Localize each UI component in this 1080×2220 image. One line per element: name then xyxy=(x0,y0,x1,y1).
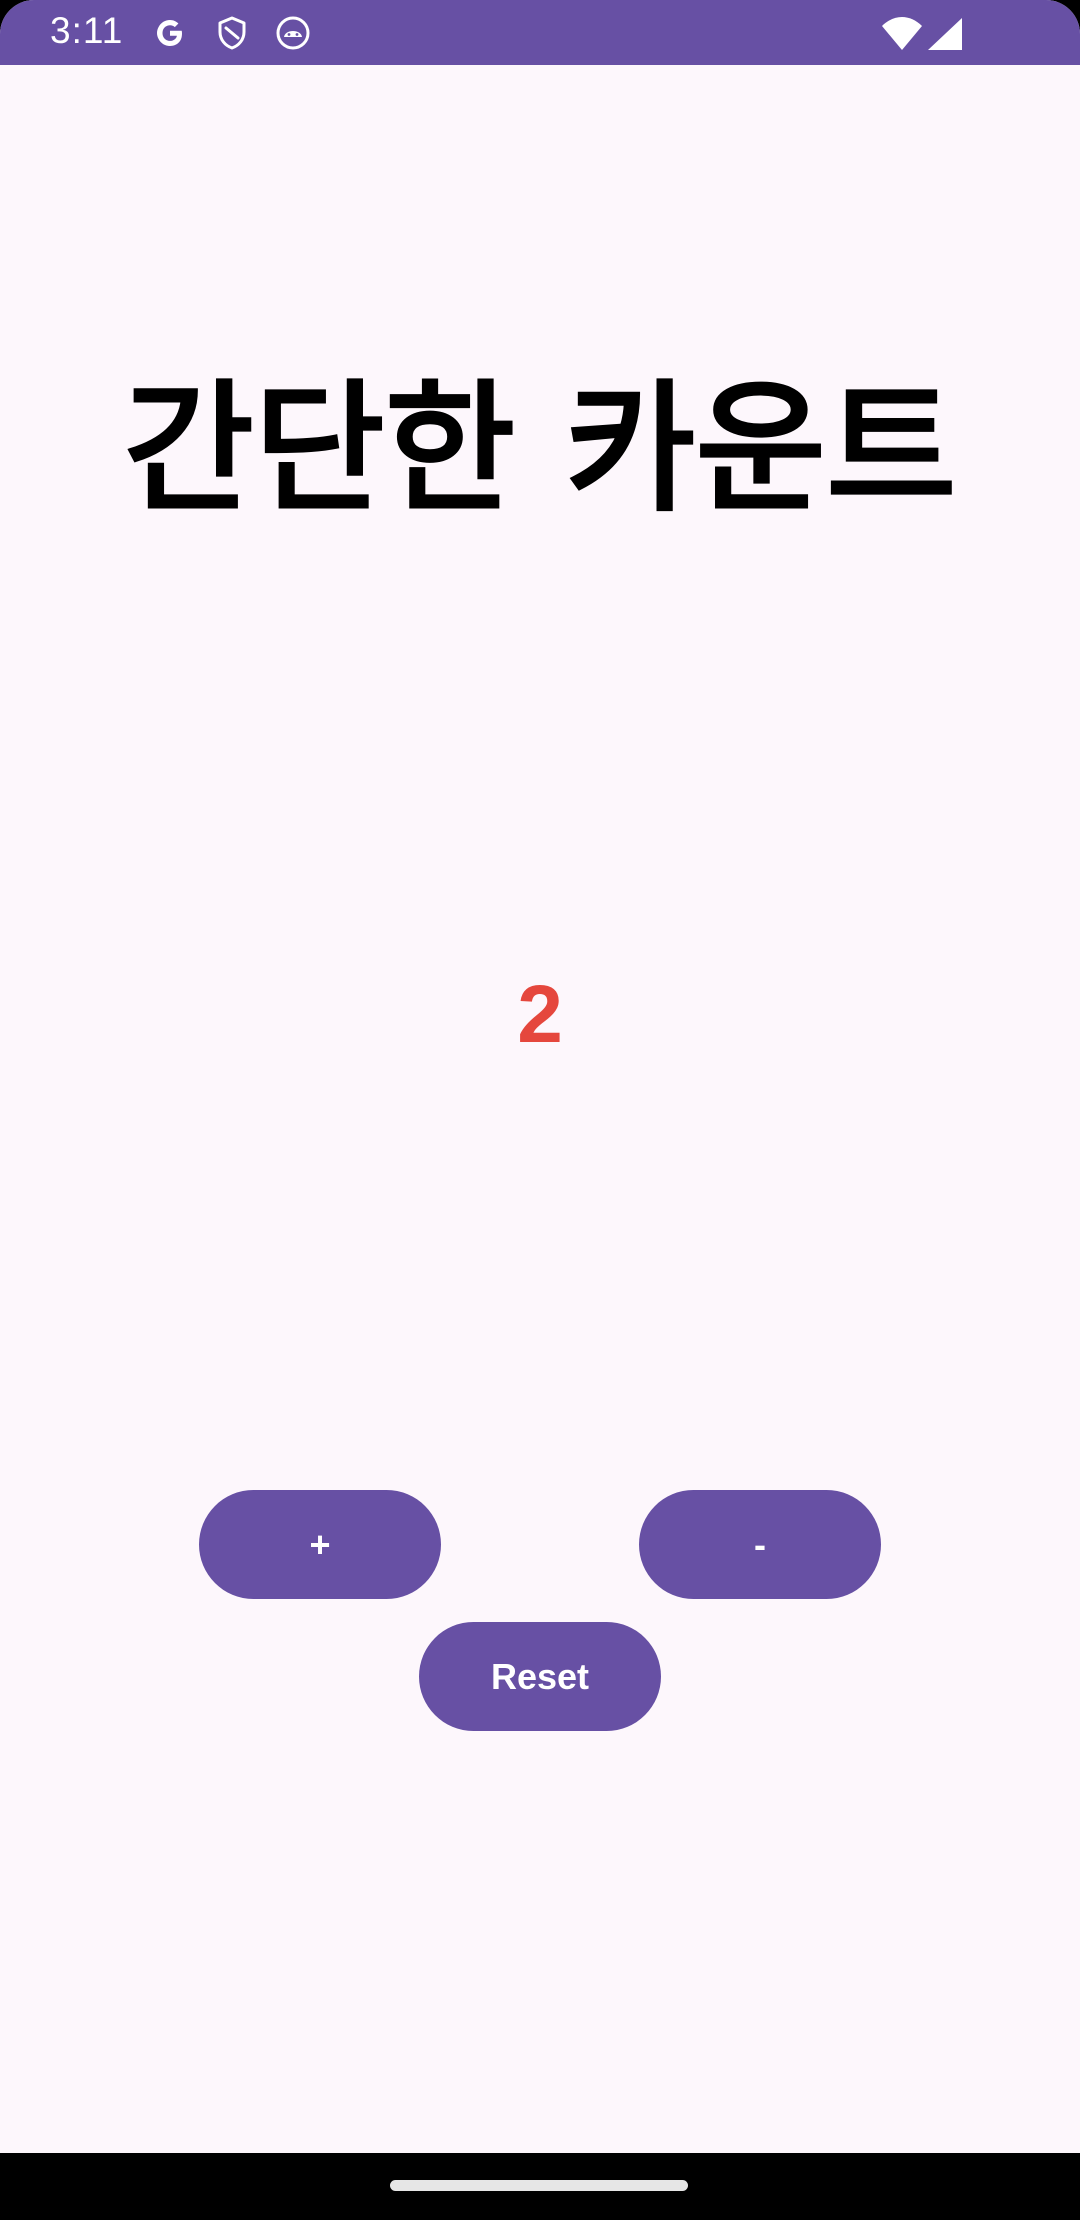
shield-icon xyxy=(214,15,250,51)
decrement-button-label: - xyxy=(754,1523,766,1565)
count-value: 2 xyxy=(517,969,563,1060)
reset-button[interactable]: Reset xyxy=(419,1622,661,1731)
decrement-button[interactable]: - xyxy=(639,1490,881,1599)
increment-button[interactable]: + xyxy=(199,1490,441,1599)
cell-signal-icon xyxy=(926,16,964,52)
home-gesture-handle[interactable] xyxy=(390,2180,688,2191)
android-face-icon xyxy=(275,15,311,51)
app-screen: 3:11 간단한 카운트 2 + - Reset xyxy=(0,0,1080,2220)
status-bar: 3:11 xyxy=(0,0,1080,65)
navigation-bar xyxy=(0,2153,1080,2220)
increment-button-label: + xyxy=(309,1523,331,1565)
page-title: 간단한 카운트 xyxy=(123,367,957,532)
status-time: 3:11 xyxy=(50,10,124,51)
wifi-icon xyxy=(880,16,924,52)
reset-button-label: Reset xyxy=(490,1655,590,1697)
google-g-icon xyxy=(152,15,188,51)
